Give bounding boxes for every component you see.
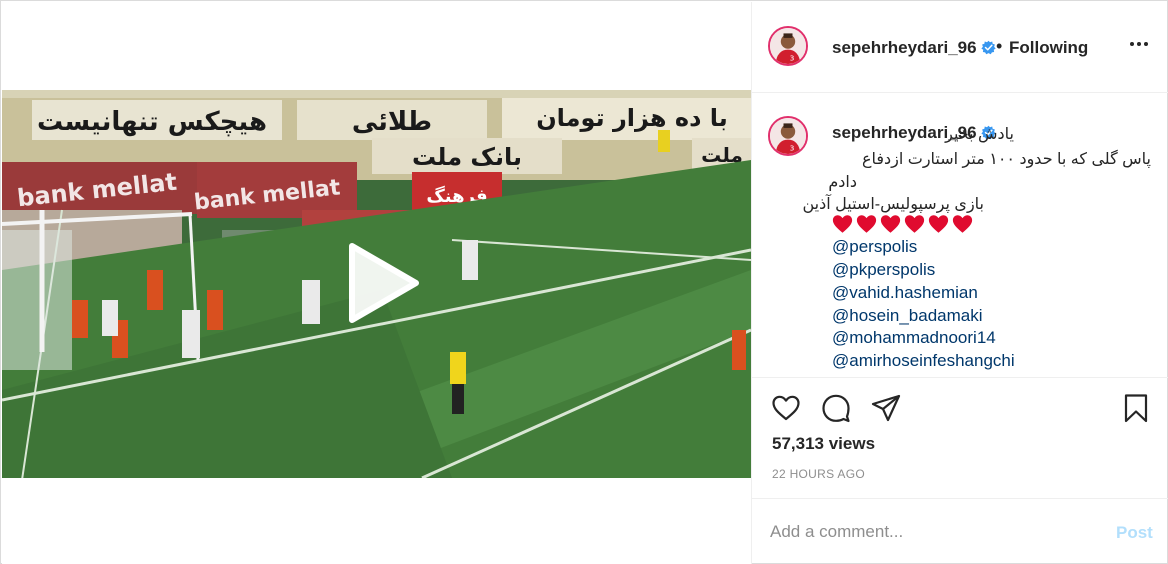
banner-text-bank: بانک ملت xyxy=(412,143,522,171)
caption-line-1: یادش بخیر xyxy=(945,126,1014,143)
play-icon[interactable] xyxy=(336,238,426,328)
mention-link[interactable]: @vahid.hashemian xyxy=(832,283,978,303)
comment-bar: Post xyxy=(752,498,1168,564)
svg-text:3: 3 xyxy=(790,53,795,62)
post-comment-button[interactable]: Post xyxy=(1116,523,1153,543)
post-panel: 3 sepehrheydari_96 • Following 3 sepehrh… xyxy=(751,2,1168,564)
media-area: هیچکس تنهانیست طلائی با ده هزار تومان با… xyxy=(2,2,751,564)
caption-line-2: پاس گلی که با حدود ۱۰۰ متر استارت ازدفاع xyxy=(861,151,1151,168)
post-dialog: هیچکس تنهانیست طلائی با ده هزار تومان با… xyxy=(0,0,1168,564)
svg-text:3: 3 xyxy=(790,143,795,152)
following-button[interactable]: Following xyxy=(1009,38,1088,58)
red-heart-emoji xyxy=(880,215,901,233)
caption-area: 3 sepehrheydari_96 یادش بخیر پاس گلی که … xyxy=(752,94,1168,377)
banner-text-left: هیچکس تنهانیست xyxy=(37,107,267,137)
mention-link[interactable]: @pkperspolis xyxy=(832,260,935,280)
hearts-emoji-row xyxy=(832,214,973,236)
caption-line-3: دادم xyxy=(828,174,857,191)
heart-outline-icon[interactable] xyxy=(770,392,802,424)
separator-dot: • xyxy=(996,36,1003,56)
mention-link[interactable]: @hosein_badamaki xyxy=(832,306,983,326)
red-heart-emoji xyxy=(952,215,973,233)
post-timestamp[interactable]: 22 HOURS AGO xyxy=(772,467,865,481)
avatar[interactable]: 3 xyxy=(768,116,808,156)
verified-badge-icon xyxy=(980,40,996,55)
mention-link[interactable]: @perspolis xyxy=(832,237,917,257)
comment-bubble-icon[interactable] xyxy=(820,392,852,424)
username-text[interactable]: sepehrheydari_96 xyxy=(832,38,977,57)
paper-plane-icon[interactable] xyxy=(870,392,902,424)
caption-line-4: بازی پرسپولیس-استیل آذین xyxy=(802,196,984,213)
more-horizontal-icon[interactable] xyxy=(1127,32,1151,56)
banner-text-right: با ده هزار تومان xyxy=(536,104,728,132)
bookmark-icon[interactable] xyxy=(1120,392,1152,424)
red-heart-emoji xyxy=(832,215,853,233)
red-heart-emoji xyxy=(904,215,925,233)
mention-link[interactable]: @mohammadnoori14 xyxy=(832,328,996,348)
view-count[interactable]: 57,313 views xyxy=(772,434,875,454)
post-header: 3 sepehrheydari_96 • Following xyxy=(752,2,1168,93)
comment-input[interactable] xyxy=(770,519,1090,545)
video-player[interactable]: هیچکس تنهانیست طلائی با ده هزار تومان با… xyxy=(2,90,751,478)
red-heart-emoji xyxy=(856,215,877,233)
red-heart-emoji xyxy=(928,215,949,233)
avatar[interactable]: 3 xyxy=(768,26,808,66)
mention-link[interactable]: @amirhoseinfeshangchi xyxy=(832,351,1015,371)
header-username[interactable]: sepehrheydari_96 xyxy=(832,38,996,58)
banner-text-mid: طلائی xyxy=(352,107,432,137)
